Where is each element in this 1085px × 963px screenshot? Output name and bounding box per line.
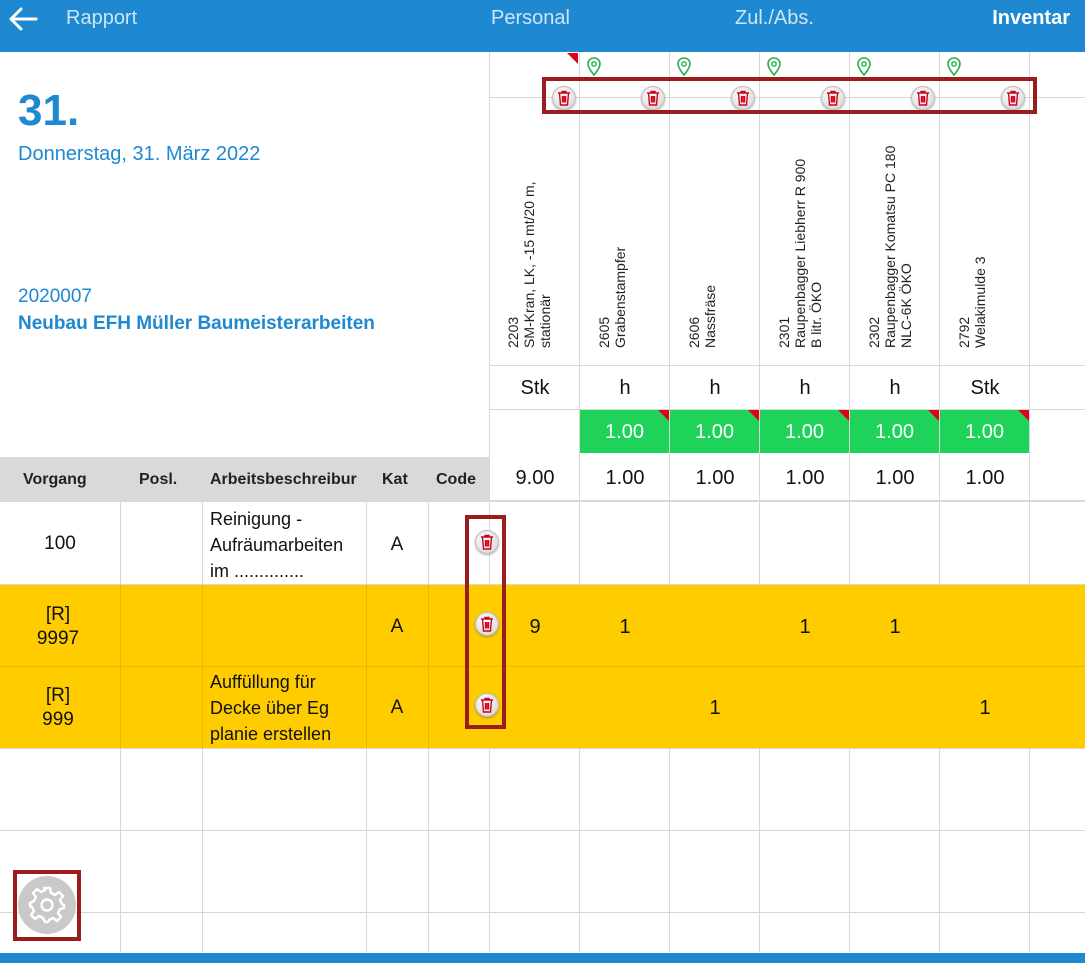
row-description[interactable]: Reinigung - Aufräumarbeiten im ...........…	[210, 506, 343, 584]
location-pin-icon[interactable]	[947, 57, 961, 77]
note-marker	[748, 410, 759, 421]
column-header-code[interactable]: Code	[436, 471, 476, 489]
default-qty-cell[interactable]: 1.00	[760, 410, 849, 453]
column-total: 1.00	[695, 467, 735, 489]
grid-line	[1029, 52, 1030, 952]
equipment-label: 2203 SM-Kran, LK, -15 mt/20 m, stationär	[505, 181, 553, 349]
row-vorgang[interactable]: [R] 9997	[0, 603, 116, 651]
row-value[interactable]: 1	[940, 697, 1030, 720]
row-description[interactable]: Auffüllung für Decke über Eg planie erstel…	[210, 669, 331, 747]
tab-zul-abs[interactable]: Zul./Abs.	[735, 7, 814, 30]
project-name: Neubau EFH Müller Baumeisterarbeiten	[18, 313, 375, 334]
unit-label: h	[799, 377, 811, 399]
grid-line	[0, 830, 1085, 831]
equipment-label: 2792 Welakimulde 3	[956, 256, 988, 348]
note-marker	[1018, 410, 1029, 421]
location-pin-icon[interactable]	[857, 57, 871, 77]
date-long: Donnerstag, 31. März 2022	[18, 143, 261, 165]
row-value[interactable]: 1	[670, 697, 760, 720]
column-total: 1.00	[785, 467, 825, 489]
top-navigation-bar: Rapport Personal Zul./Abs. Inventar	[0, 0, 1085, 52]
row-kat[interactable]: A	[366, 616, 428, 638]
row-value[interactable]: 1	[580, 616, 670, 639]
unit-label: h	[709, 377, 721, 399]
note-marker	[658, 410, 669, 421]
unit-label: h	[889, 377, 901, 399]
day-number: 31.	[18, 86, 80, 135]
unit-label: Stk	[970, 377, 1000, 399]
tab-inventar[interactable]: Inventar	[992, 7, 1070, 30]
default-qty-cell[interactable]: 1.00	[850, 410, 939, 453]
grid-line	[849, 52, 850, 952]
equipment-label: 2605 Grabenstampfer	[596, 246, 628, 348]
row-vorgang[interactable]: [R] 999	[0, 684, 116, 732]
row-value[interactable]: 1	[850, 616, 940, 639]
default-qty-cell[interactable]: 1.00	[580, 410, 669, 453]
location-pin-icon[interactable]	[677, 57, 691, 77]
column-total: 1.00	[605, 467, 645, 489]
back-button-rapport[interactable]: Rapport	[66, 7, 137, 30]
grid-line	[0, 748, 1085, 749]
annotation-highlight-box	[465, 515, 506, 729]
grid-line	[489, 365, 1085, 366]
grid-line	[0, 666, 1085, 667]
grid-line	[579, 52, 580, 952]
grid-line	[759, 52, 760, 952]
equipment-label: 2301 Raupenbagger Liebherr R 900 B litr. Ö…	[776, 158, 824, 348]
note-marker	[567, 53, 578, 64]
column-total: 9.00	[515, 467, 555, 489]
equipment-label: 2606 Nassfräse	[686, 284, 718, 348]
location-pin-icon[interactable]	[587, 57, 601, 77]
grid-line	[0, 912, 1085, 913]
column-header-posl[interactable]: Posl.	[139, 471, 177, 489]
row-value[interactable]: 1	[760, 616, 850, 639]
note-marker	[928, 410, 939, 421]
table-row-highlight	[0, 667, 1085, 748]
location-pin-icon[interactable]	[767, 57, 781, 77]
annotation-highlight-box	[542, 77, 1037, 114]
column-total: 1.00	[965, 467, 1005, 489]
annotation-highlight-box	[13, 870, 81, 941]
unit-label: Stk	[520, 377, 550, 399]
tab-personal[interactable]: Personal	[491, 7, 570, 30]
bottom-bar	[0, 953, 1085, 963]
row-kat[interactable]: A	[366, 534, 428, 556]
default-qty-cell[interactable]: 1.00	[940, 410, 1029, 453]
column-header-vorgang[interactable]: Vorgang	[23, 471, 87, 489]
grid-line	[939, 52, 940, 952]
unit-label: h	[619, 377, 631, 399]
grid-line	[489, 52, 490, 952]
default-qty-cell[interactable]: 1.00	[670, 410, 759, 453]
equipment-label: 2302 Raupenbagger Komatsu PC 180 NLC-6K ÖK…	[866, 145, 914, 348]
column-header-arbeitsbeschreibung[interactable]: Arbeitsbeschreibur	[210, 471, 364, 489]
column-total: 1.00	[875, 467, 915, 489]
note-marker	[838, 410, 849, 421]
row-kat[interactable]: A	[366, 697, 428, 719]
back-arrow-icon[interactable]	[8, 6, 38, 32]
project-number: 2020007	[18, 286, 92, 307]
grid-line	[669, 52, 670, 952]
row-vorgang[interactable]: 100	[0, 533, 120, 555]
column-header-kat[interactable]: Kat	[382, 471, 408, 489]
